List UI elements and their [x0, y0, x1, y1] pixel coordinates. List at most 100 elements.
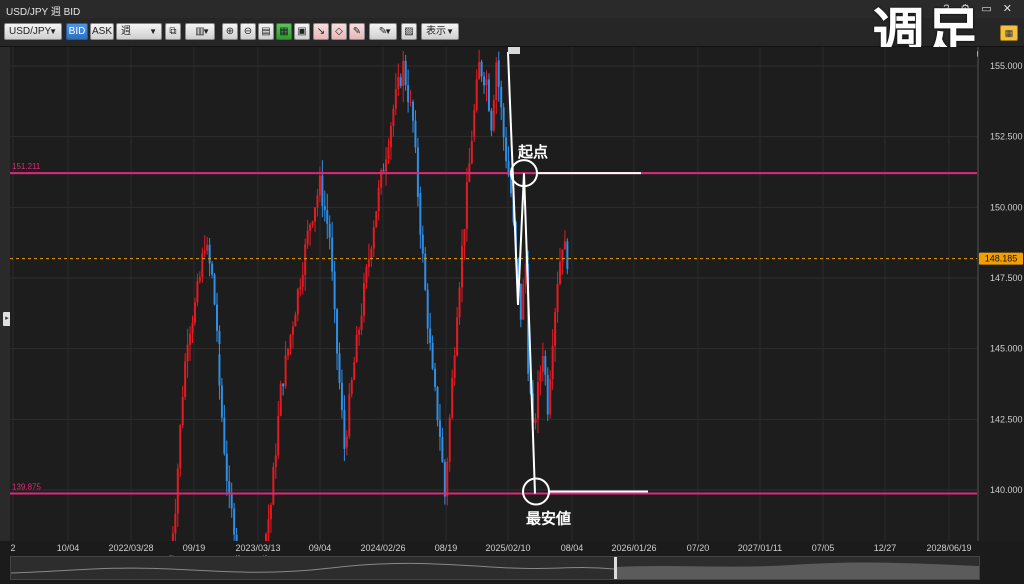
x-tick-label: 07/20: [687, 543, 710, 553]
candle-body: [465, 182, 468, 229]
candle-body: [399, 77, 402, 86]
x-tick-label: 2026/01/26: [611, 543, 656, 553]
candle-body: [198, 276, 201, 282]
top-marker-icon[interactable]: [508, 47, 520, 54]
candle-body: [306, 230, 309, 245]
y-tick-label: 140.000: [990, 485, 1023, 495]
candle-body: [272, 466, 275, 505]
candle-body: [321, 175, 324, 207]
candle-body: [549, 379, 552, 415]
candle-body: [363, 282, 365, 316]
x-tick-label: 12/27: [874, 543, 897, 553]
candle-body: [291, 326, 294, 335]
y-tick-label: 155.000: [990, 61, 1023, 71]
candle-body: [289, 334, 292, 349]
candle-body: [394, 89, 397, 109]
candle-body: [375, 211, 378, 228]
candle-body: [279, 383, 282, 416]
candle-body: [522, 284, 525, 320]
candle-body: [407, 85, 410, 102]
candle-body: [372, 227, 375, 249]
candle-body: [176, 468, 179, 514]
candle-body: [309, 224, 312, 231]
candle-body: [429, 328, 432, 343]
candle-body: [296, 289, 299, 315]
horizontal-line-label: 151.211: [12, 162, 41, 171]
y-axis-panel: [978, 47, 1024, 541]
candle-body: [541, 356, 544, 372]
y-tick-label: 152.500: [990, 132, 1023, 142]
candle-body: [223, 417, 226, 454]
candle-body: [181, 397, 184, 426]
candle-body: [343, 410, 346, 449]
candle-body: [213, 274, 216, 305]
candle-body: [336, 309, 339, 354]
candle-body: [497, 60, 500, 87]
candle-body: [559, 261, 561, 284]
candle-body: [228, 481, 231, 494]
candle-body: [443, 461, 446, 497]
x-tick-label: 08/04: [561, 543, 584, 553]
candle-body: [184, 361, 187, 398]
y-tick-label: 145.000: [990, 344, 1023, 354]
candle-body: [458, 287, 461, 318]
x-tick-label: 10/04: [57, 543, 80, 553]
candle-body: [333, 271, 336, 310]
horizontal-line-label: 139.875: [12, 483, 41, 492]
candle-body: [218, 354, 221, 386]
y-tick-label: 150.000: [990, 202, 1023, 212]
candle-body: [419, 193, 422, 235]
candle-body: [326, 210, 329, 224]
x-tick-label: 2023/03/13: [235, 543, 280, 553]
candle-body: [174, 513, 177, 534]
candle-body: [409, 101, 412, 103]
candle-body: [186, 344, 189, 362]
candle-body: [426, 289, 429, 329]
candle-body: [328, 223, 331, 238]
candle-body: [546, 374, 549, 415]
candle-body: [350, 379, 353, 395]
candle-body: [470, 140, 473, 164]
candle-body: [387, 147, 390, 160]
candle-body: [274, 455, 277, 467]
candle-body: [402, 60, 405, 86]
candle-body: [480, 61, 483, 77]
candle-body: [360, 315, 363, 330]
candle-body: [539, 371, 542, 382]
navigator-minimap[interactable]: [10, 556, 980, 580]
candle-body: [269, 504, 272, 520]
x-tick-label: 2027/01/11: [738, 543, 782, 553]
candle-body: [556, 283, 559, 312]
candle-body: [282, 383, 285, 387]
candle-body: [287, 348, 290, 356]
candle-body: [448, 417, 451, 462]
candle-body: [367, 258, 370, 267]
candle-body: [267, 519, 270, 534]
price-chart[interactable]: 151.211 139.875 起点最安値 155.000 152.500 150.0…: [0, 0, 1024, 582]
candle-body: [446, 461, 449, 497]
x-tick-label: 09/19: [183, 543, 206, 553]
candle-body: [536, 381, 539, 419]
candle-body: [487, 79, 490, 111]
x-tick-label: 2024/02/26: [360, 543, 405, 553]
candle-body: [485, 79, 488, 86]
candle-body: [218, 330, 221, 345]
candle-body: [502, 107, 505, 138]
candle-body: [331, 237, 334, 272]
candle-body: [340, 382, 343, 411]
candle-body: [438, 420, 441, 437]
candle-body: [505, 137, 508, 162]
candle-body: [385, 159, 388, 172]
candle-body: [225, 453, 228, 482]
x-tick-label: 2: [10, 543, 15, 553]
candle-body: [230, 493, 233, 509]
y-tick-label: 147.500: [990, 273, 1023, 283]
candle-body: [478, 61, 481, 80]
candle-body: [377, 187, 380, 212]
candle-body: [495, 62, 498, 101]
navigator-handle[interactable]: [614, 557, 617, 579]
candle-body: [436, 386, 439, 421]
start-point-label: 起点: [517, 143, 548, 161]
candle-body: [233, 508, 236, 535]
candle-body: [414, 120, 417, 148]
